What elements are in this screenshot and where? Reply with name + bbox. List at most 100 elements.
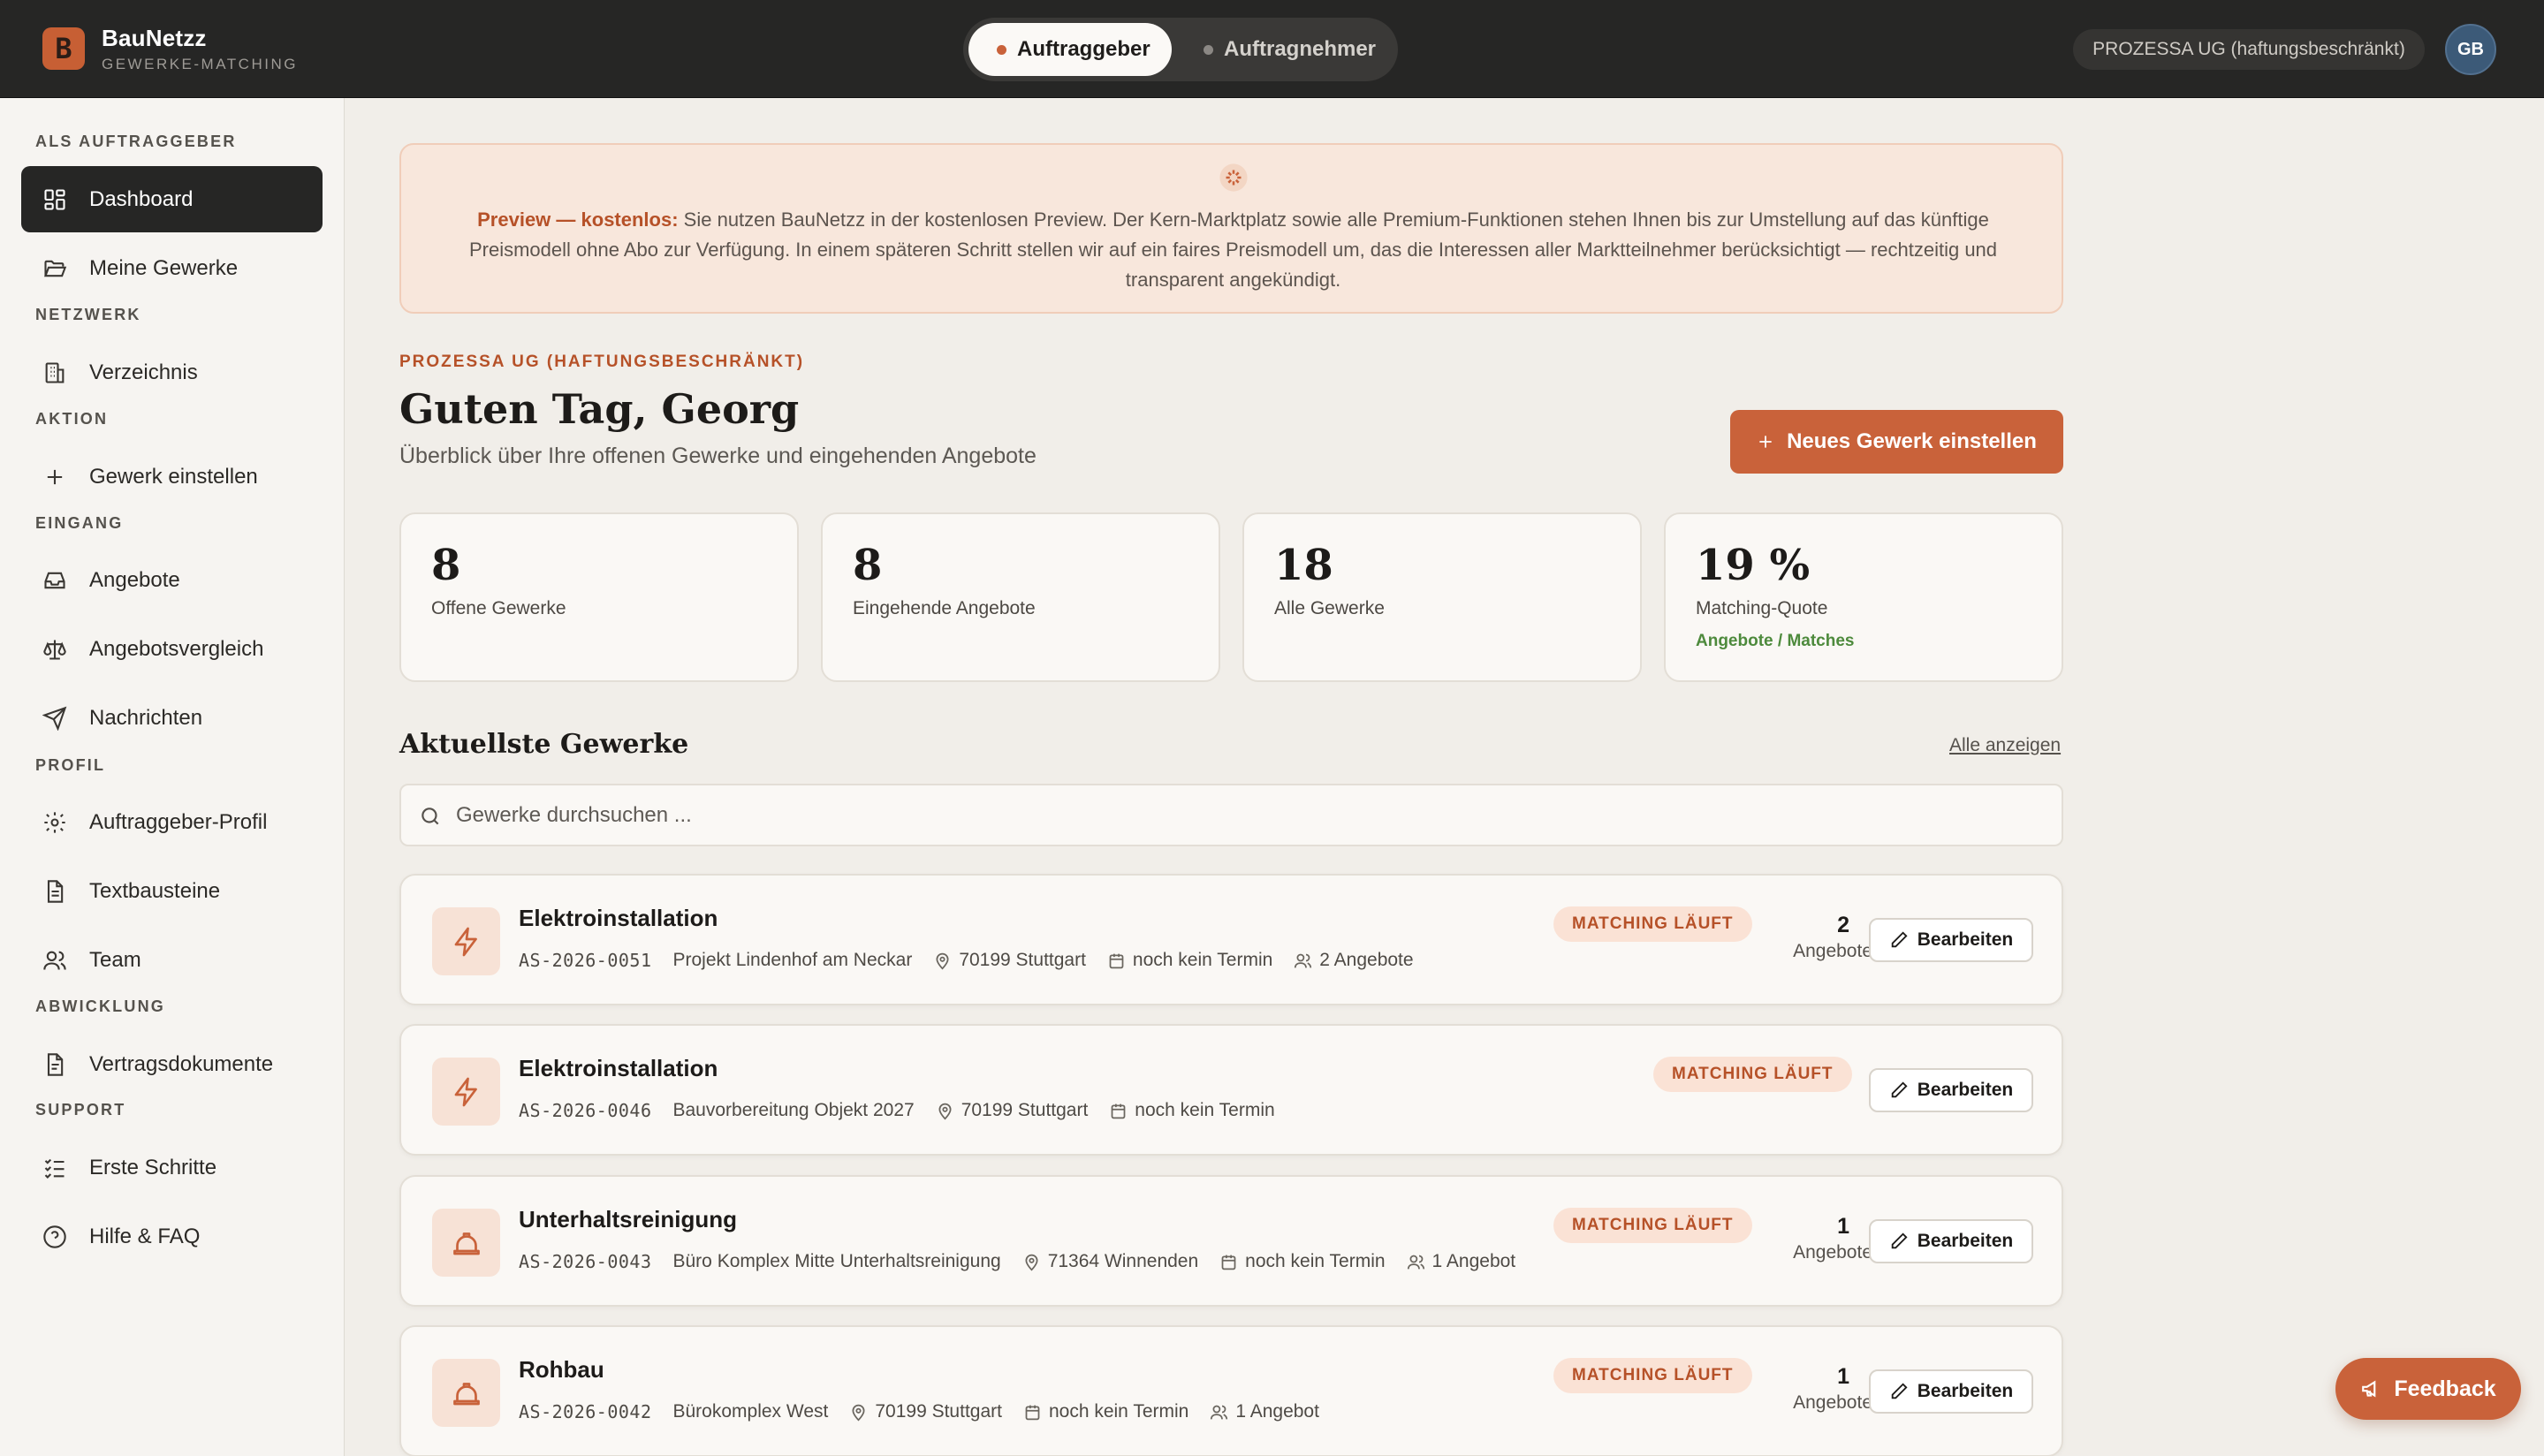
section-als-auftraggeber: ALS AUFTRAGGEBER [35,133,237,150]
sidebar-item-label: Verzeichnis [89,360,198,384]
new-gewerk-button[interactable]: Neues Gewerk einstellen [1730,410,2063,474]
gewerke-search [399,784,2063,846]
sidebar-item-label: Angebotsvergleich [89,636,264,661]
edit-button-label: Bearbeiten [1917,929,2014,950]
search-input[interactable] [456,785,2029,845]
calendar-icon [1221,1255,1236,1270]
gewerk-date: noch kein Termin [1107,950,1272,971]
section-support: SUPPORT [35,1101,126,1119]
offers-label: Angebote [1793,1242,1872,1263]
sidebar-item-vertragsdokumente[interactable]: Vertragsdokumente [21,1031,323,1097]
gewerk-card[interactable]: Rohbau AS-2026-0042 Bürokomplex West 701… [399,1325,2063,1456]
sidebar-item-label: Meine Gewerke [89,255,239,280]
gewerk-offers-text: 1 Angebot [1235,1401,1319,1422]
gewerk-offers: 1 Angebot [1210,1401,1319,1422]
dashboard-icon [44,188,65,210]
gewerk-title: Elektroinstallation [519,1055,718,1081]
edit-button[interactable]: Bearbeiten [1869,918,2033,962]
pencil-icon [1891,1081,1908,1098]
page-subtitle: Überblick über Ihre offenen Gewerke und … [399,444,1037,468]
status-badge: MATCHING LÄUFT [1553,1358,1752,1393]
gewerk-location: 71364 Winnenden [1022,1251,1198,1272]
sidebar-item-label: Nachrichten [89,705,203,730]
stat-extra: Angebote / Matches [1696,632,1855,650]
megaphone-icon [2362,1380,2376,1398]
gewerk-project: Büro Komplex Mitte Unterhaltsreinigung [672,1251,1001,1271]
calendar-icon [1109,953,1124,968]
section-abwicklung: ABWICKLUNG [35,997,165,1015]
plus-icon [1759,436,1772,448]
gewerk-location: 70199 Stuttgart [849,1401,1002,1422]
stat-value: 8 [431,541,461,590]
edit-button-label: Bearbeiten [1917,1080,2014,1100]
sidebar-item-label: Hilfe & FAQ [89,1224,201,1248]
sidebar-item-erste-schritte[interactable]: Erste Schritte [21,1134,323,1201]
status-badge: MATCHING LÄUFT [1553,906,1752,942]
sidebar-item-dashboard[interactable]: Dashboard [21,166,323,232]
stat-label: Matching-Quote [1696,598,1828,618]
gear-icon [44,811,65,833]
edit-button[interactable]: Bearbeiten [1869,1219,2033,1263]
baunetzz-logo-icon[interactable]: B [42,27,85,70]
organization-chip[interactable]: PROZESSA UG (haftungsbeschränkt) [2073,29,2425,70]
offers-label: Angebote [1793,941,1872,961]
gewerk-date-text: noch kein Termin [1132,950,1273,970]
brand-subtitle: GEWERKE-MATCHING [102,56,298,72]
map-pin-icon [1025,1254,1038,1270]
gewerk-date: noch kein Termin [1023,1401,1188,1422]
stat-card-eingehende-angebote[interactable]: 8 Eingehende Angebote [821,512,1220,682]
offers-count: 2 [1837,913,1849,937]
plus-icon [47,469,63,484]
sidebar-item-gewerk-einstellen[interactable]: Gewerk einstellen [21,444,323,510]
sidebar-item-angebotsvergleich[interactable]: Angebotsvergleich [21,616,323,682]
gewerk-location: 70199 Stuttgart [933,950,1086,971]
sidebar-item-label: Dashboard [89,186,194,211]
gewerk-title: Unterhaltsreinigung [519,1206,738,1232]
calendar-icon [1025,1405,1040,1420]
stat-card-alle-gewerke[interactable]: 18 Alle Gewerke [1242,512,1642,682]
user-avatar[interactable]: GB [2445,24,2496,75]
role-auftraggeber-button[interactable]: Auftraggeber [968,23,1172,76]
sidebar-item-team[interactable]: Team [21,927,323,993]
sidebar-item-textbausteine[interactable]: Textbausteine [21,858,323,924]
gewerk-code: AS-2026-0046 [519,1100,652,1121]
stat-label: Eingehende Angebote [853,598,1036,618]
role-auftragnehmer-button[interactable]: Auftragnehmer [1182,23,1394,76]
gewerk-card[interactable]: Elektroinstallation AS-2026-0046 Bauvorb… [399,1024,2063,1156]
stat-card-offene-gewerke[interactable]: 8 Offene Gewerke [399,512,799,682]
feedback-label: Feedback [2394,1376,2496,1401]
inbox-icon [44,572,65,588]
gewerk-location-text: 70199 Stuttgart [875,1401,1002,1422]
stat-value: 8 [853,541,883,590]
inactive-dot-icon [1204,44,1213,55]
edit-button[interactable]: Bearbeiten [1869,1369,2033,1414]
sidebar-item-nachrichten[interactable]: Nachrichten [21,685,323,751]
gewerk-date: noch kein Termin [1219,1251,1386,1272]
gewerk-offers-text: 1 Angebot [1431,1251,1516,1271]
gewerk-card[interactable]: Elektroinstallation AS-2026-0051 Projekt… [399,874,2063,1005]
preview-banner-text: Preview — kostenlos: Sie nutzen BauNetzz… [437,205,2030,295]
sidebar-item-hilfe-faq[interactable]: Hilfe & FAQ [21,1203,323,1270]
gewerk-meta: AS-2026-0046 Bauvorbereitung Objekt 2027… [519,1100,1275,1121]
gewerk-location-text: 71364 Winnenden [1047,1251,1199,1271]
page-title: Guten Tag, Georg [399,385,800,433]
gewerk-offers: 1 Angebot [1407,1251,1516,1272]
gewerk-offers-text: 2 Angebote [1319,950,1414,970]
status-badge: MATCHING LÄUFT [1653,1057,1852,1092]
offers-label: Angebote [1793,1392,1872,1413]
users-icon [1295,953,1312,967]
gewerk-card[interactable]: Unterhaltsreinigung AS-2026-0043 Büro Ko… [399,1175,2063,1307]
hardhat-icon [432,1359,500,1427]
stat-card-matching-quote[interactable]: 19 % Matching-Quote Angebote / Matches [1664,512,2063,682]
role-auftraggeber-label: Auftraggeber [1017,37,1150,61]
show-all-link[interactable]: Alle anzeigen [1949,735,2061,756]
sidebar-item-auftraggeber-profil[interactable]: Auftraggeber-Profil [21,789,323,855]
edit-button[interactable]: Bearbeiten [1869,1068,2033,1112]
sidebar-item-meine-gewerke[interactable]: Meine Gewerke [21,235,323,301]
brand-name: BauNetzz [102,25,207,51]
sidebar-item-verzeichnis[interactable]: Verzeichnis [21,339,323,406]
feedback-button[interactable]: Feedback [2335,1358,2521,1420]
gewerk-title: Rohbau [519,1356,604,1383]
sidebar-item-angebote[interactable]: Angebote [21,547,323,613]
pencil-icon [1891,931,1908,948]
